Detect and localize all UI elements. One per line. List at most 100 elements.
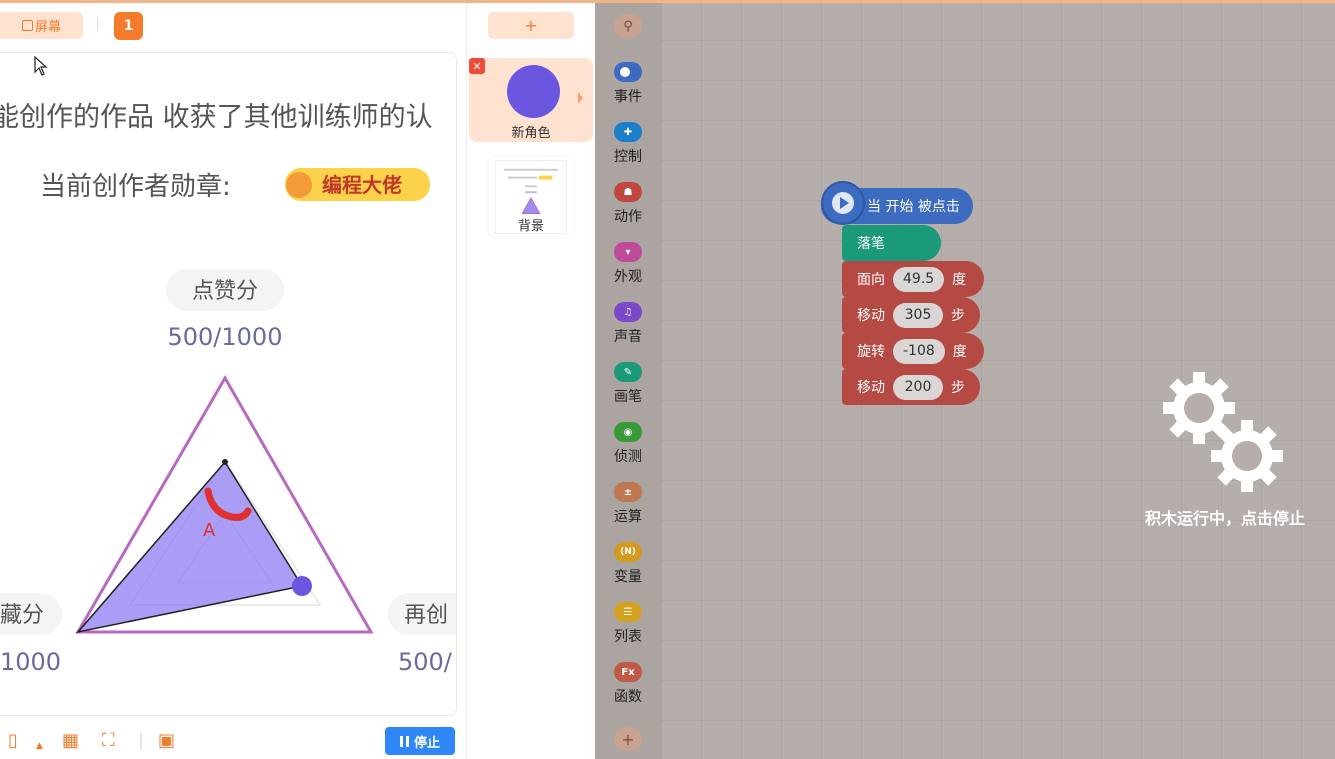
music-icon: ♫ (614, 302, 642, 322)
move-steps-block[interactable]: 移动 305 步 (842, 297, 980, 333)
pen-down-block[interactable]: 落笔 (842, 225, 941, 261)
category-label: 列表 (614, 629, 642, 645)
steps-value-field[interactable]: 200 (893, 374, 943, 400)
function-icon: Fx (614, 662, 642, 682)
category-lists[interactable]: ☰ 列表 (595, 602, 661, 654)
badge-label: 编程大佬 (322, 173, 402, 197)
category-control[interactable]: ✚ 控制 (595, 122, 661, 174)
category-label: 外观 (614, 269, 642, 285)
variable-icon: (N) (614, 542, 642, 562)
sprite-expand-arrow-icon[interactable] (578, 92, 583, 104)
code-workspace-overlay[interactable]: ⚲ 事件 ✚ 控制 ☗ 动作 ▾ 外观 ♫ 声音 ✎ 画笔 ◉ 侦测 ± 运算 … (595, 0, 1335, 759)
top-accent-line (0, 0, 1335, 3)
category-variables[interactable]: (N) 变量 (595, 542, 661, 594)
radar-right-label: 再创 (404, 603, 448, 628)
category-motion[interactable]: ☗ 动作 (595, 182, 661, 234)
category-label: 动作 (614, 209, 642, 225)
block-palette: ⚲ 事件 ✚ 控制 ☗ 动作 ▾ 外观 ♫ 声音 ✎ 画笔 ◉ 侦测 ± 运算 … (595, 0, 661, 759)
bottom-divider: | (138, 730, 145, 751)
gears-icon (1163, 372, 1283, 492)
stage-panel: 屏幕 1 能创作的作品 收获了其他训练师的认 当前创作者勋章: 编程大佬 点赞分… (0, 0, 467, 759)
block-label: 落笔 (857, 236, 885, 252)
steps-value-field[interactable]: 305 (893, 302, 943, 328)
ghost-icon: ☗ (614, 182, 642, 202)
radar-top-label: 点赞分 (192, 279, 258, 304)
category-sensing[interactable]: ◉ 侦测 (595, 422, 661, 474)
sprite-panel: + ✕ 新角色 背景 (467, 0, 595, 759)
mouse-cursor-icon (34, 56, 48, 76)
point-direction-block[interactable]: 面向 49.5 度 (842, 261, 984, 297)
play-icon (821, 181, 865, 225)
turn-degrees-block[interactable]: 旋转 -108 度 (842, 333, 984, 369)
category-events[interactable]: 事件 (595, 62, 661, 114)
category-sound[interactable]: ♫ 声音 (595, 302, 661, 354)
running-status-text[interactable]: 积木运行中，点击停止 (1115, 505, 1335, 529)
sprite-card[interactable]: 新角色 (469, 58, 593, 142)
shirt-icon: ▾ (614, 242, 642, 262)
radar-top-value: 500/1000 (168, 323, 283, 351)
radar-left-value: 1000 (0, 648, 61, 676)
category-label: 函数 (614, 689, 642, 705)
category-label: 运算 (614, 509, 642, 525)
category-pen[interactable]: ✎ 画笔 (595, 362, 661, 414)
screen-button[interactable]: 屏幕 (0, 12, 83, 39)
sprite-thumbnail (507, 65, 560, 118)
stop-button[interactable]: 停止 (385, 727, 455, 755)
pen-icon: ✎ (614, 362, 642, 382)
list-icon: ☰ (614, 602, 642, 622)
target-icon: ◉ (614, 422, 642, 442)
block-label: 移动 (857, 308, 885, 324)
category-operators[interactable]: ± 运算 (595, 482, 661, 534)
sprite-name: 新角色 (511, 126, 551, 141)
badge-prefix: 当前创作者勋章: (40, 172, 231, 202)
screen-label: 屏幕 (34, 20, 61, 35)
caret-up-icon[interactable]: ▲ (36, 737, 43, 755)
page-number-badge[interactable]: 1 (114, 12, 143, 40)
when-start-clicked-block[interactable]: 当 开始 被点击 (821, 181, 973, 225)
block-label: 面向 (857, 272, 885, 288)
search-icon[interactable]: ⚲ (614, 14, 642, 38)
move-steps-block[interactable]: 移动 200 步 (842, 369, 980, 405)
add-sprite-button[interactable]: + (488, 12, 574, 39)
pause-icon (399, 735, 409, 747)
block-unit: 步 (951, 380, 965, 396)
turn-value-field[interactable]: -108 (893, 338, 945, 364)
toolbar-divider (97, 18, 98, 30)
radar-sprite-dot (292, 576, 312, 596)
radar-top-vertex (222, 459, 228, 465)
block-unit: 度 (952, 344, 967, 360)
block-unit: 步 (951, 308, 965, 324)
category-label: 画笔 (614, 389, 642, 405)
radar-center-letter: A (203, 520, 216, 541)
block-label: 移动 (857, 380, 885, 396)
category-label: 控制 (614, 149, 642, 165)
play-preview-icon[interactable]: ▣ (158, 732, 175, 750)
category-label: 声音 (614, 329, 642, 345)
direction-value-field[interactable]: 49.5 (893, 266, 945, 292)
app-root: 屏幕 1 能创作的作品 收获了其他训练师的认 当前创作者勋章: 编程大佬 点赞分… (0, 0, 1335, 759)
stop-label: 停止 (413, 735, 440, 751)
category-looks[interactable]: ▾ 外观 (595, 242, 661, 294)
stage-drawing: 能创作的作品 收获了其他训练师的认 当前创作者勋章: 编程大佬 点赞分 500/… (0, 102, 456, 676)
stage-text-line1: 能创作的作品 收获了其他训练师的认 (0, 102, 433, 133)
stage-canvas[interactable]: 能创作的作品 收获了其他训练师的认 当前创作者勋章: 编程大佬 点赞分 500/… (0, 52, 457, 716)
add-extension-icon[interactable]: + (614, 727, 642, 751)
radar-right-value: 500/ (398, 648, 453, 676)
gamepad-icon: ✚ (614, 122, 642, 142)
screen-icon (21, 20, 33, 31)
category-functions[interactable]: Fx 函数 (595, 662, 661, 714)
background-card[interactable]: 背景 (489, 157, 573, 237)
radar-value-polygon (75, 460, 304, 634)
device-orientation-icon[interactable]: ▯ (8, 732, 18, 750)
block-unit: 度 (952, 272, 967, 288)
radar-left-label: 藏分 (0, 603, 44, 628)
block-label: 旋转 (857, 344, 885, 360)
grid-icon[interactable]: ▦ (62, 732, 79, 750)
category-label: 变量 (614, 569, 642, 585)
hat-label: 当 开始 被点击 (867, 199, 960, 215)
delete-sprite-icon[interactable]: ✕ (469, 58, 485, 74)
category-label: 侦测 (614, 449, 642, 465)
category-label: 事件 (614, 89, 642, 105)
toggle-icon (614, 62, 642, 82)
fullscreen-icon[interactable]: ⛶ (102, 732, 115, 750)
